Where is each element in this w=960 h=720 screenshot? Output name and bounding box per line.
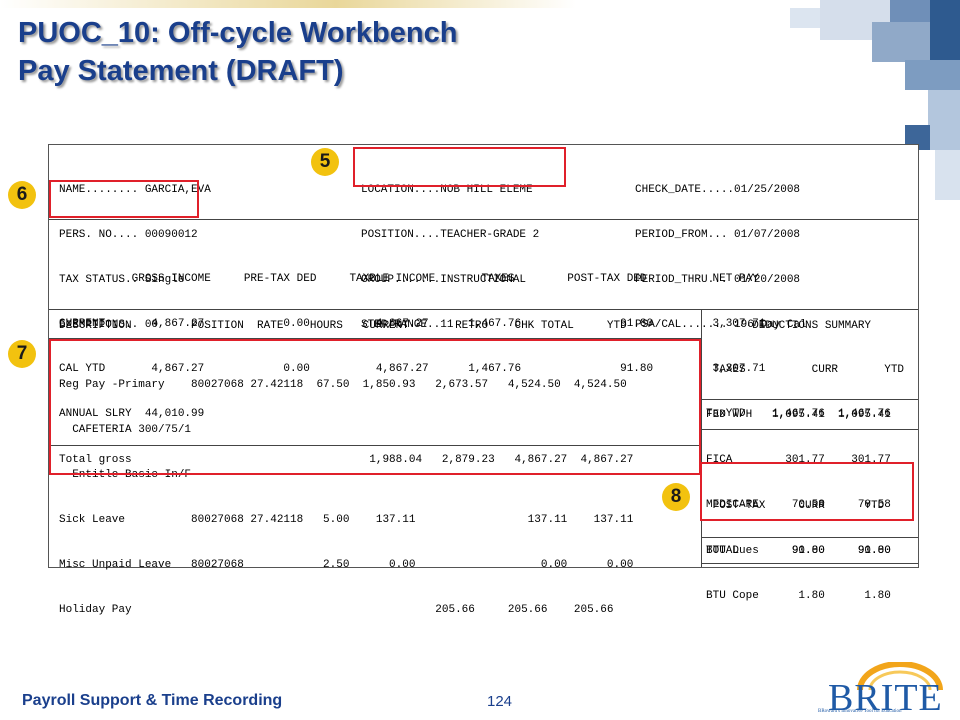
top-gradient-strip bbox=[0, 0, 960, 8]
taxes-header: TAXES CURR YTD bbox=[706, 364, 905, 376]
header-pers-no: PERS. NO.... 00090012 bbox=[59, 229, 198, 241]
divider-total bbox=[701, 563, 918, 564]
header-check-date: CHECK_DATE.....01/25/2008 bbox=[635, 184, 801, 196]
highlight-box-earnings bbox=[49, 339, 701, 475]
callout-8: 8 bbox=[662, 483, 690, 511]
divider-tax bbox=[701, 399, 918, 400]
divider-2 bbox=[49, 309, 918, 310]
page-number: 124 bbox=[487, 693, 513, 710]
callout-5: 5 bbox=[311, 148, 339, 176]
highlight-box-location bbox=[353, 147, 566, 187]
divider-1 bbox=[49, 219, 918, 220]
logo-tagline: BRoward's Innovative Tool for Education bbox=[818, 709, 902, 714]
callout-7: 7 bbox=[8, 340, 36, 368]
earnings-row: Misc Unpaid Leave 80027068 2.50 0.00 0.0… bbox=[59, 559, 634, 571]
earnings-row: Sick Leave 80027068 27.42118 5.00 137.11… bbox=[59, 514, 634, 526]
earnings-row: Holiday Pay 205.66 205.66 205.66 bbox=[59, 604, 614, 616]
brite-logo: BRITE BRoward's Innovative Tool for Educ… bbox=[808, 662, 958, 720]
divider-post-tax bbox=[701, 537, 918, 538]
slide-title: PUOC_10: Off-cycle Workbench Pay Stateme… bbox=[18, 14, 457, 90]
highlight-box-tax-status bbox=[49, 180, 199, 218]
tax-ytd-row: TaxYTD 1,467.76 1,467.76 bbox=[706, 408, 891, 420]
header-period-from: PERIOD_FROM... 01/07/2008 bbox=[635, 229, 801, 241]
post-tax-row: BTU Cope 1.80 1.80 bbox=[706, 590, 891, 602]
earnings-header: DESCRIPTION POSITION RATE HOURS CURRENT … bbox=[59, 320, 627, 332]
callout-6: 6 bbox=[8, 181, 36, 209]
footer-title: Payroll Support & Time Recording bbox=[22, 692, 283, 709]
title-line-1: PUOC_10: Off-cycle Workbench bbox=[18, 17, 458, 49]
highlight-box-post-tax bbox=[700, 462, 914, 521]
summary-header: GROSS INCOME PRE-TAX DED TAXBLE INCOME T… bbox=[59, 273, 759, 285]
deductions-title: DEDUCTIONS SUMMARY bbox=[706, 320, 872, 332]
title-line-2: Pay Statement (DRAFT) bbox=[18, 55, 344, 87]
deductions-total-row: TOTAL 91.80 91.80 bbox=[706, 545, 891, 557]
divider-tax-ytd bbox=[701, 429, 918, 430]
header-position: POSITION....TEACHER-GRADE 2 bbox=[361, 229, 540, 241]
deductions-divider bbox=[701, 309, 702, 567]
